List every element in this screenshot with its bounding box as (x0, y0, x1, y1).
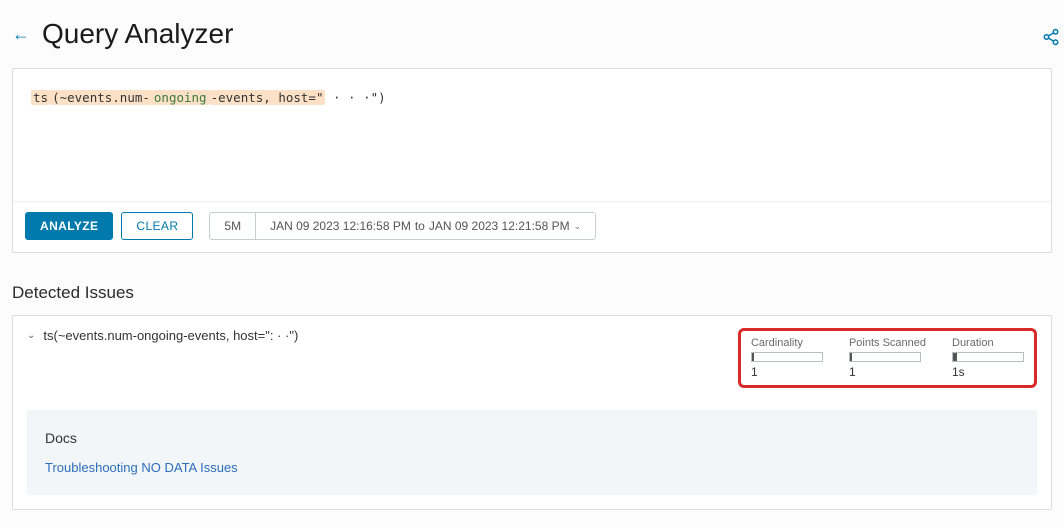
back-arrow-icon[interactable]: ← (12, 24, 30, 45)
query-token-body-c: -events, host=" (209, 90, 326, 105)
query-editor[interactable]: ts(~events.num-ongoing-events, host=" · … (13, 69, 1051, 201)
clear-button[interactable]: CLEAR (121, 212, 193, 240)
timerange-to-word: to (415, 219, 425, 233)
timerange-segment: 5M JAN 09 2023 12:16:58 PM to JAN 09 202… (209, 212, 596, 240)
metric-duration: Duration 1s (952, 337, 1024, 379)
docs-panel: Docs Troubleshooting NO DATA Issues (27, 410, 1037, 495)
page-title: Query Analyzer (42, 18, 233, 50)
query-token-host: · · · (325, 90, 370, 105)
query-token-body-e: ") (371, 90, 386, 105)
metric-points-scanned-label: Points Scanned (849, 337, 926, 349)
issue-row-text: ts(~events.num-ongoing-events, host=": ·… (43, 328, 298, 343)
issue-card: ⌄ ts(~events.num-ongoing-events, host=":… (12, 315, 1052, 510)
metric-cardinality-value: 1 (751, 365, 823, 379)
issue-row-toggle[interactable]: ⌄ ts(~events.num-ongoing-events, host=":… (27, 328, 738, 343)
metric-points-scanned-value: 1 (849, 365, 926, 379)
detected-issues-heading: Detected Issues (12, 283, 1052, 303)
timerange-from: JAN 09 2023 12:16:58 PM (270, 219, 411, 233)
metric-points-scanned: Points Scanned 1 (849, 337, 926, 379)
timerange-picker[interactable]: JAN 09 2023 12:16:58 PM to JAN 09 2023 1… (256, 213, 595, 239)
share-icon[interactable] (1042, 28, 1060, 46)
timerange-to: JAN 09 2023 12:21:58 PM (429, 219, 570, 233)
metric-duration-value: 1s (952, 365, 1024, 379)
metric-cardinality-bar (751, 352, 823, 362)
duration-pill-label: 5M (224, 219, 241, 233)
metrics-highlight-box: Cardinality 1 Points Scanned 1 Duration … (738, 328, 1037, 388)
metric-points-scanned-bar (849, 352, 921, 362)
chevron-down-icon: ⌄ (574, 221, 582, 232)
analyze-button[interactable]: ANALYZE (25, 212, 113, 240)
docs-title: Docs (45, 430, 1019, 446)
chevron-down-icon: ⌄ (27, 330, 35, 341)
metric-cardinality: Cardinality 1 (751, 337, 823, 379)
query-token-body-a: (~events.num- (50, 90, 152, 105)
duration-pill[interactable]: 5M (210, 213, 256, 239)
metric-duration-bar (952, 352, 1024, 362)
query-card: ts(~events.num-ongoing-events, host=" · … (12, 68, 1052, 253)
query-token-body-b: ongoing (152, 90, 209, 105)
metric-duration-label: Duration (952, 337, 1024, 349)
query-token-fn: ts (31, 90, 50, 105)
metric-cardinality-label: Cardinality (751, 337, 823, 349)
docs-link[interactable]: Troubleshooting NO DATA Issues (45, 460, 1019, 475)
toolbar: ANALYZE CLEAR 5M JAN 09 2023 12:16:58 PM… (13, 201, 1051, 252)
